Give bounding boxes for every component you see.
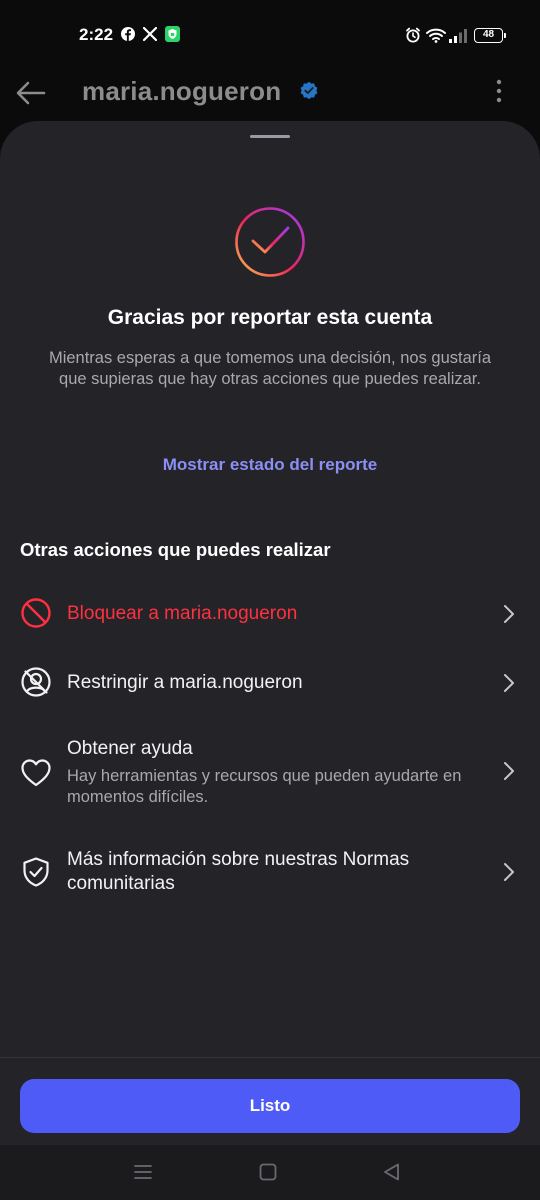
sheet-drag-handle[interactable] <box>250 135 290 138</box>
profile-header: maria.nogueron <box>0 70 540 120</box>
verified-badge-icon <box>300 81 318 100</box>
signal-icon <box>449 29 467 43</box>
chevron-right-icon <box>504 762 514 780</box>
restrict-user-action[interactable]: Restringir a maria.nogueron <box>0 656 540 710</box>
other-actions-heading: Otras acciones que puedes realizar <box>20 539 331 560</box>
header-username: maria.nogueron <box>82 76 282 106</box>
community-guidelines-action[interactable]: Más información sobre nuestras Normas co… <box>0 839 540 905</box>
x-icon <box>143 27 157 41</box>
vpn-shield-icon <box>165 26 180 42</box>
alarm-icon <box>406 27 420 43</box>
sheet-title: Gracias por reportar esta cuenta <box>107 306 433 329</box>
back-triangle-icon[interactable] <box>380 1160 404 1184</box>
wifi-icon <box>426 28 446 43</box>
block-user-action[interactable]: Bloquear a maria.nogueron <box>0 587 540 641</box>
block-user-label: Bloquear a maria.nogueron <box>67 603 298 624</box>
report-status-link[interactable]: Mostrar estado del reporte <box>0 455 540 475</box>
battery-icon: 48 <box>474 28 506 43</box>
more-options-icon[interactable] <box>489 78 509 106</box>
shield-check-icon <box>23 857 49 887</box>
back-arrow-icon[interactable] <box>14 76 48 110</box>
footer-divider <box>0 1057 540 1058</box>
restrict-icon <box>21 667 51 697</box>
heart-icon <box>21 759 51 787</box>
home-square-icon[interactable] <box>256 1160 280 1184</box>
restrict-user-label: Restringir a maria.nogueron <box>67 672 303 693</box>
get-help-description: Hay herramientas y recursos que pueden a… <box>67 767 462 806</box>
success-check-icon <box>235 207 305 277</box>
get-help-action[interactable]: Obtener ayuda Hay herramientas y recurso… <box>0 725 540 815</box>
sheet-subtitle: Mientras esperas a que tomemos una decis… <box>48 349 492 388</box>
menu-icon[interactable] <box>131 1160 155 1184</box>
community-guidelines-label: Más información sobre nuestras Normas co… <box>67 849 410 894</box>
done-button[interactable]: Listo <box>20 1079 520 1133</box>
screen: 2:22 48 maria.nogueron Gracias por repor… <box>0 0 540 1200</box>
report-confirmation-sheet: Gracias por reportar esta cuenta Mientra… <box>0 121 540 1145</box>
chevron-right-icon <box>504 605 514 623</box>
chevron-right-icon <box>504 863 514 881</box>
block-icon <box>21 598 51 628</box>
system-navigation-bar <box>0 1145 540 1200</box>
status-time: 2:22 <box>79 25 114 44</box>
facebook-icon <box>121 27 135 41</box>
status-bar: 2:22 48 <box>0 0 540 70</box>
get-help-label: Obtener ayuda <box>67 738 193 759</box>
chevron-right-icon <box>504 674 514 692</box>
